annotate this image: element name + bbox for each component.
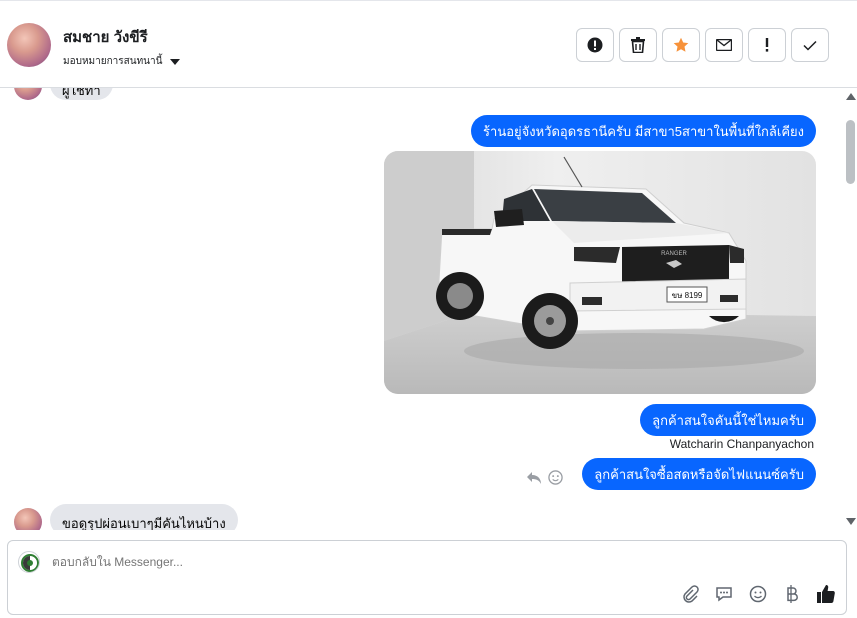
star-icon <box>673 37 689 52</box>
message-composer <box>7 540 847 615</box>
report-icon <box>587 37 603 53</box>
reply-input[interactable] <box>52 555 652 569</box>
message-list[interactable]: ผู้ใช้ทำ ร้านอยู่จังหวัดอุดรธานีครับ มีส… <box>0 88 843 530</box>
delete-button[interactable] <box>619 28 657 62</box>
scrollbar-thumb[interactable] <box>846 120 855 184</box>
baht-icon[interactable] <box>782 584 802 604</box>
grille-text: RANGER <box>661 251 687 257</box>
scroll-down-arrow-icon[interactable] <box>846 518 856 525</box>
caret-down-icon <box>170 58 181 65</box>
message-bubble-outgoing[interactable]: ร้านอยู่จังหวัดอุดรธานีครับ มีสาขา5สาขาใ… <box>471 115 816 147</box>
reply-icon[interactable] <box>526 471 542 485</box>
assign-conversation-dropdown[interactable]: มอบหมายการสนทนานี้ <box>63 54 181 69</box>
assign-label: มอบหมายการสนทนานี้ <box>63 56 163 67</box>
pickup-truck-image: RANGER ขษ 8199 <box>384 151 816 394</box>
exclamation-icon <box>765 38 769 52</box>
mail-icon <box>716 39 732 51</box>
scroll-up-arrow-icon[interactable] <box>846 93 856 100</box>
contact-avatar-small[interactable] <box>14 88 42 100</box>
header-actions <box>576 28 829 62</box>
spam-button[interactable] <box>748 28 786 62</box>
check-icon <box>803 40 817 51</box>
trash-icon <box>631 37 645 53</box>
message-actions <box>526 470 563 485</box>
contact-avatar[interactable] <box>7 23 51 67</box>
chat-bubble-icon[interactable] <box>714 584 734 604</box>
car-photo[interactable]: RANGER ขษ 8199 <box>384 151 816 394</box>
message-bubble-incoming[interactable]: ขอดูรุปผ่อนเบาๆมีคันไหนบ้าง <box>50 504 238 530</box>
smiley-icon[interactable] <box>748 584 768 604</box>
message-bubble-outgoing[interactable]: ลูกค้าสนใจซื้อสดหรือจัดไฟแนนซ์ครับ <box>582 458 816 490</box>
contact-name[interactable]: สมชาย วังขีรี <box>63 25 148 49</box>
conversation-header: สมชาย วังขีรี มอบหมายการสนทนานี้ <box>0 0 857 88</box>
thumbs-up-icon[interactable] <box>816 584 836 604</box>
message-bubble-incoming[interactable]: ผู้ใช้ทำ <box>50 88 113 100</box>
contact-avatar-small[interactable] <box>14 508 42 530</box>
license-plate: ขษ 8199 <box>672 291 703 300</box>
react-smiley-icon[interactable] <box>548 470 563 485</box>
mail-button[interactable] <box>705 28 743 62</box>
star-button[interactable] <box>662 28 700 62</box>
paperclip-icon[interactable] <box>680 584 700 604</box>
sender-name: Watcharin Chanpanyachon <box>669 437 814 451</box>
page-avatar <box>18 551 40 573</box>
report-button[interactable] <box>576 28 614 62</box>
composer-tools <box>680 584 836 604</box>
message-bubble-outgoing[interactable]: ลูกค้าสนใจคันนี้ใช่ไหมครับ <box>640 404 816 436</box>
mark-done-button[interactable] <box>791 28 829 62</box>
